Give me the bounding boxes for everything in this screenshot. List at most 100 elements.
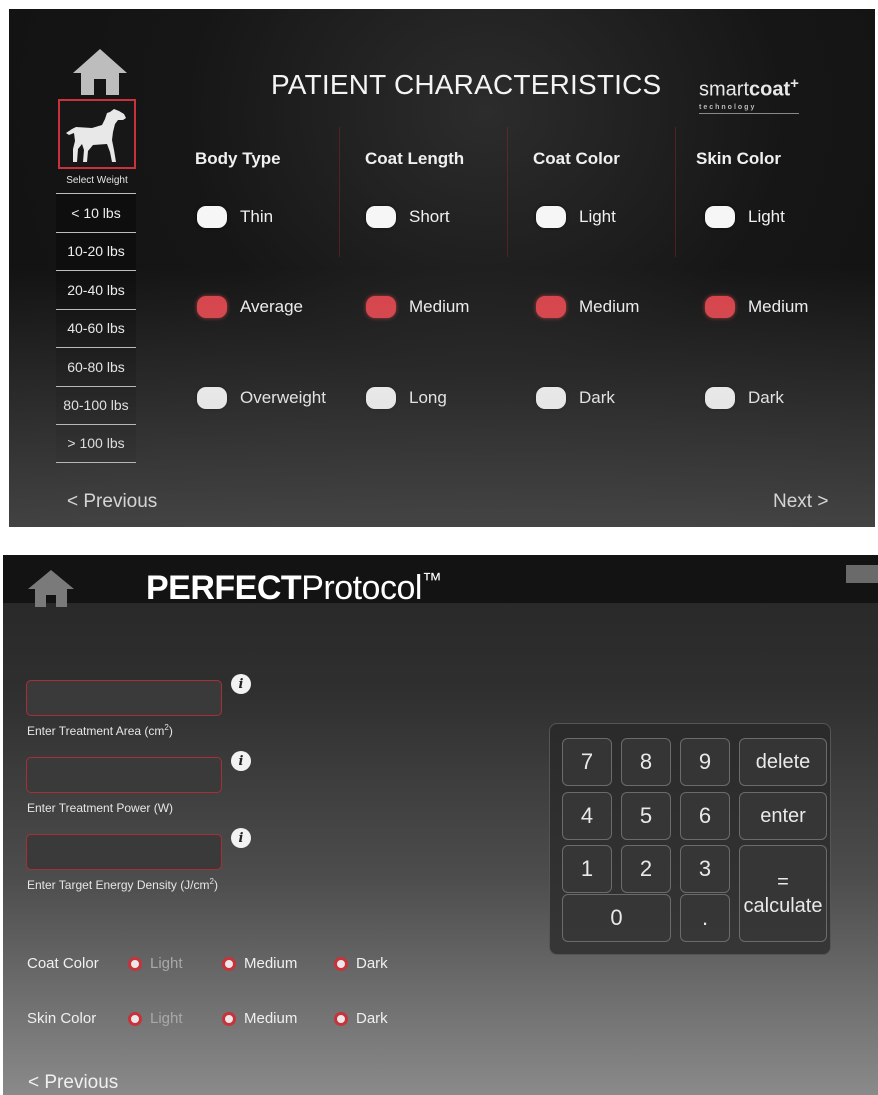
toggle-switch[interactable]	[705, 206, 735, 228]
weight-option[interactable]: 80-100 lbs	[56, 385, 136, 424]
key-0[interactable]: 0	[562, 894, 671, 942]
divider	[507, 127, 508, 257]
option-bottom[interactable]: Dark	[536, 387, 615, 409]
radio-dot[interactable]	[334, 1011, 348, 1026]
info-icon[interactable]: i	[231, 674, 251, 694]
option-top[interactable]: Light	[536, 206, 616, 228]
key-2[interactable]: 2	[621, 845, 671, 893]
toggle-switch[interactable]	[366, 296, 396, 318]
coat-color-radio[interactable]: Medium	[222, 955, 297, 972]
option-label: Thin	[240, 207, 274, 226]
column-header: Skin Color	[696, 149, 782, 168]
option-bottom[interactable]: Dark	[705, 387, 784, 409]
key-6[interactable]: 6	[680, 792, 730, 840]
input-field-3[interactable]	[26, 834, 222, 870]
radio-label: Light	[150, 955, 183, 972]
label-end: )	[213, 878, 218, 892]
info-icon[interactable]: i	[231, 751, 251, 771]
key-4[interactable]: 4	[562, 792, 612, 840]
perfect-protocol-screen: PERFECTProtocol™ Coat Color Skin Color 7…	[3, 555, 878, 1095]
radio-dot[interactable]	[222, 956, 236, 971]
home-icon[interactable]	[71, 47, 129, 97]
field-label: Enter Treatment Power (W)	[27, 800, 173, 815]
option-middle[interactable]: Medium	[705, 296, 808, 318]
key-decimal[interactable]: .	[680, 894, 730, 942]
toggle-switch[interactable]	[705, 296, 735, 318]
calculate-label: calculate	[743, 894, 823, 917]
toggle-switch[interactable]	[197, 296, 227, 318]
skin-color-radio[interactable]: Light	[128, 1010, 183, 1027]
radio-label: Dark	[356, 1010, 388, 1027]
weight-option[interactable]: 40-60 lbs	[56, 308, 136, 347]
enter-button[interactable]: enter	[739, 792, 827, 840]
coat-color-label: Coat Color	[27, 955, 99, 972]
page-title: PATIENT CHARACTERISTICS	[271, 69, 662, 100]
key-1[interactable]: 1	[562, 845, 612, 893]
skin-color-radio[interactable]: Medium	[222, 1010, 297, 1027]
key-9[interactable]: 9	[680, 738, 730, 786]
option-bottom[interactable]: Long	[366, 387, 447, 409]
coat-color-radio[interactable]: Dark	[334, 955, 388, 972]
radio-dot[interactable]	[128, 956, 142, 971]
divider	[339, 127, 340, 257]
skin-color-radio[interactable]: Dark	[334, 1010, 388, 1027]
key-7[interactable]: 7	[562, 738, 612, 786]
previous-button[interactable]: < Previous	[67, 491, 157, 513]
weight-option[interactable]: 20-40 lbs	[56, 270, 136, 309]
toggle-switch[interactable]	[536, 206, 566, 228]
option-label: Dark	[748, 388, 784, 407]
option-label: Dark	[579, 388, 615, 407]
option-middle[interactable]: Average	[197, 296, 303, 318]
delete-button[interactable]: delete	[739, 738, 827, 786]
radio-dot[interactable]	[222, 1011, 236, 1026]
weight-option[interactable]: < 10 lbs	[56, 193, 136, 232]
option-middle[interactable]: Medium	[366, 296, 469, 318]
toggle-switch[interactable]	[536, 387, 566, 409]
label-end: )	[168, 724, 173, 738]
toggle-switch[interactable]	[366, 206, 396, 228]
label-text: Enter Target Energy Density (J/cm	[27, 878, 210, 892]
key-3[interactable]: 3	[680, 845, 730, 893]
skin-color-label: Skin Color	[27, 1010, 97, 1027]
patient-characteristics-screen: PATIENT CHARACTERISTICS smartcoat+ techn…	[9, 9, 875, 527]
radio-dot[interactable]	[128, 1011, 142, 1026]
calculate-equals: =	[777, 870, 789, 893]
radio-label: Dark	[356, 955, 388, 972]
radio-label: Medium	[244, 955, 298, 972]
next-button[interactable]: Next >	[773, 491, 828, 513]
weight-option[interactable]: > 100 lbs	[56, 424, 136, 463]
option-label: Average	[240, 297, 304, 316]
weight-list: < 10 lbs 10-20 lbs 20-40 lbs 40-60 lbs 60-80…	[56, 193, 136, 463]
key-5[interactable]: 5	[621, 792, 671, 840]
option-top[interactable]: Short	[366, 206, 450, 228]
dog-icon[interactable]	[58, 99, 136, 169]
toggle-switch[interactable]	[366, 387, 396, 409]
previous-button[interactable]: < Previous	[28, 1072, 118, 1094]
field-label: Enter Treatment Area (cm2)	[27, 723, 173, 738]
option-label: Long	[409, 388, 447, 407]
option-top[interactable]: Thin	[197, 206, 273, 228]
option-bottom[interactable]: Overweight	[197, 387, 326, 409]
key-8[interactable]: 8	[621, 738, 671, 786]
calculate-button[interactable]: = calculate	[739, 845, 827, 942]
column-header: Coat Length	[365, 149, 465, 168]
toggle-switch[interactable]	[197, 206, 227, 228]
divider	[675, 127, 676, 257]
weight-option[interactable]: 10-20 lbs	[56, 231, 136, 270]
toggle-switch[interactable]	[197, 387, 227, 409]
weight-option[interactable]: 60-80 lbs	[56, 347, 136, 386]
option-label: Medium	[748, 297, 809, 316]
smartcoat-logo: smartcoat+ technology	[699, 75, 849, 119]
toggle-switch[interactable]	[705, 387, 735, 409]
toggle-switch[interactable]	[536, 296, 566, 318]
corner-tab[interactable]	[846, 565, 878, 583]
option-middle[interactable]: Medium	[536, 296, 639, 318]
input-field-2[interactable]	[26, 757, 222, 793]
option-top[interactable]: Light	[705, 206, 785, 228]
info-icon[interactable]: i	[231, 828, 251, 848]
home-icon[interactable]	[27, 569, 75, 607]
coat-color-radio[interactable]: Light	[128, 955, 183, 972]
input-field-1[interactable]	[26, 680, 222, 716]
radio-label: Light	[150, 1010, 183, 1027]
radio-dot[interactable]	[334, 956, 348, 971]
